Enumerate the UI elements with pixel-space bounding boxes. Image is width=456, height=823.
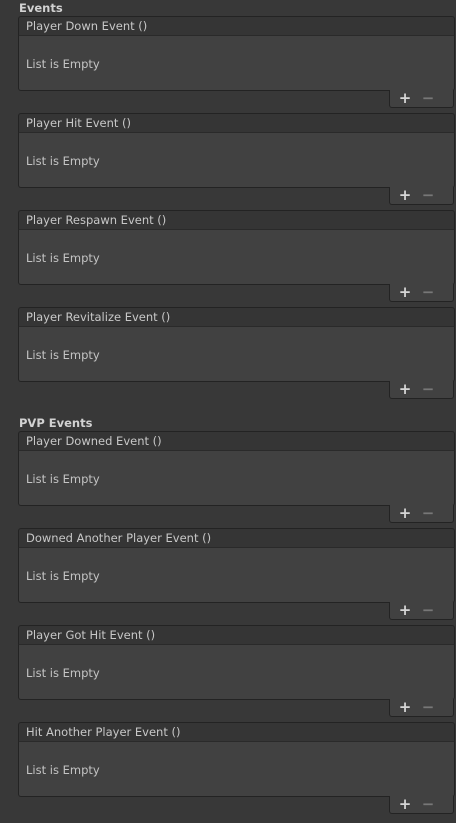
event-header: Player Revitalize Event () <box>18 307 455 327</box>
inspector-panel: Events Player Down Event () List is Empt… <box>0 0 456 823</box>
empty-list-label: List is Empty <box>26 666 100 680</box>
remove-listener-button[interactable]: − <box>417 699 439 716</box>
empty-list-label: List is Empty <box>26 57 100 71</box>
event-header: Player Got Hit Event () <box>18 625 455 645</box>
add-listener-button[interactable]: + <box>394 505 416 522</box>
event-title: Hit Another Player Event () <box>26 725 181 739</box>
event-title: Player Down Event () <box>26 19 148 33</box>
event-list-footer: + − <box>389 284 454 302</box>
event-list-footer: + − <box>389 381 454 399</box>
remove-listener-button[interactable]: − <box>417 90 439 107</box>
event-list-body[interactable]: List is Empty <box>18 229 455 285</box>
event-title: Player Respawn Event () <box>26 213 167 227</box>
empty-list-label: List is Empty <box>26 472 100 486</box>
event-list-body[interactable]: List is Empty <box>18 547 455 603</box>
event-list-body[interactable]: List is Empty <box>18 741 455 797</box>
event-list-body[interactable]: List is Empty <box>18 132 455 188</box>
remove-listener-button[interactable]: − <box>417 505 439 522</box>
event-title: Player Hit Event () <box>26 116 132 130</box>
remove-listener-button[interactable]: − <box>417 284 439 301</box>
empty-list-label: List is Empty <box>26 154 100 168</box>
event-header: Player Down Event () <box>18 16 455 36</box>
section-header-events: Events <box>19 1 63 15</box>
event-list-body[interactable]: List is Empty <box>18 644 455 700</box>
add-listener-button[interactable]: + <box>394 796 416 813</box>
empty-list-label: List is Empty <box>26 569 100 583</box>
section-header-pvp-events: PVP Events <box>19 416 93 430</box>
event-list-footer: + − <box>389 796 454 814</box>
add-listener-button[interactable]: + <box>394 602 416 619</box>
add-listener-button[interactable]: + <box>394 381 416 398</box>
event-title: Player Revitalize Event () <box>26 310 171 324</box>
event-list-footer: + − <box>389 187 454 205</box>
event-title: Player Downed Event () <box>26 434 162 448</box>
event-header: Player Respawn Event () <box>18 210 455 230</box>
event-list-body[interactable]: List is Empty <box>18 450 455 506</box>
remove-listener-button[interactable]: − <box>417 796 439 813</box>
event-title: Downed Another Player Event () <box>26 531 212 545</box>
event-list-footer: + − <box>389 505 454 523</box>
remove-listener-button[interactable]: − <box>417 381 439 398</box>
event-header: Hit Another Player Event () <box>18 722 455 742</box>
event-header: Downed Another Player Event () <box>18 528 455 548</box>
add-listener-button[interactable]: + <box>394 699 416 716</box>
add-listener-button[interactable]: + <box>394 284 416 301</box>
empty-list-label: List is Empty <box>26 251 100 265</box>
empty-list-label: List is Empty <box>26 348 100 362</box>
event-list-body[interactable]: List is Empty <box>18 35 455 91</box>
remove-listener-button[interactable]: − <box>417 187 439 204</box>
add-listener-button[interactable]: + <box>394 187 416 204</box>
event-header: Player Hit Event () <box>18 113 455 133</box>
remove-listener-button[interactable]: − <box>417 602 439 619</box>
event-list-body[interactable]: List is Empty <box>18 326 455 382</box>
event-list-footer: + − <box>389 90 454 108</box>
add-listener-button[interactable]: + <box>394 90 416 107</box>
event-header: Player Downed Event () <box>18 431 455 451</box>
empty-list-label: List is Empty <box>26 763 100 777</box>
event-list-footer: + − <box>389 699 454 717</box>
event-title: Player Got Hit Event () <box>26 628 156 642</box>
event-list-footer: + − <box>389 602 454 620</box>
